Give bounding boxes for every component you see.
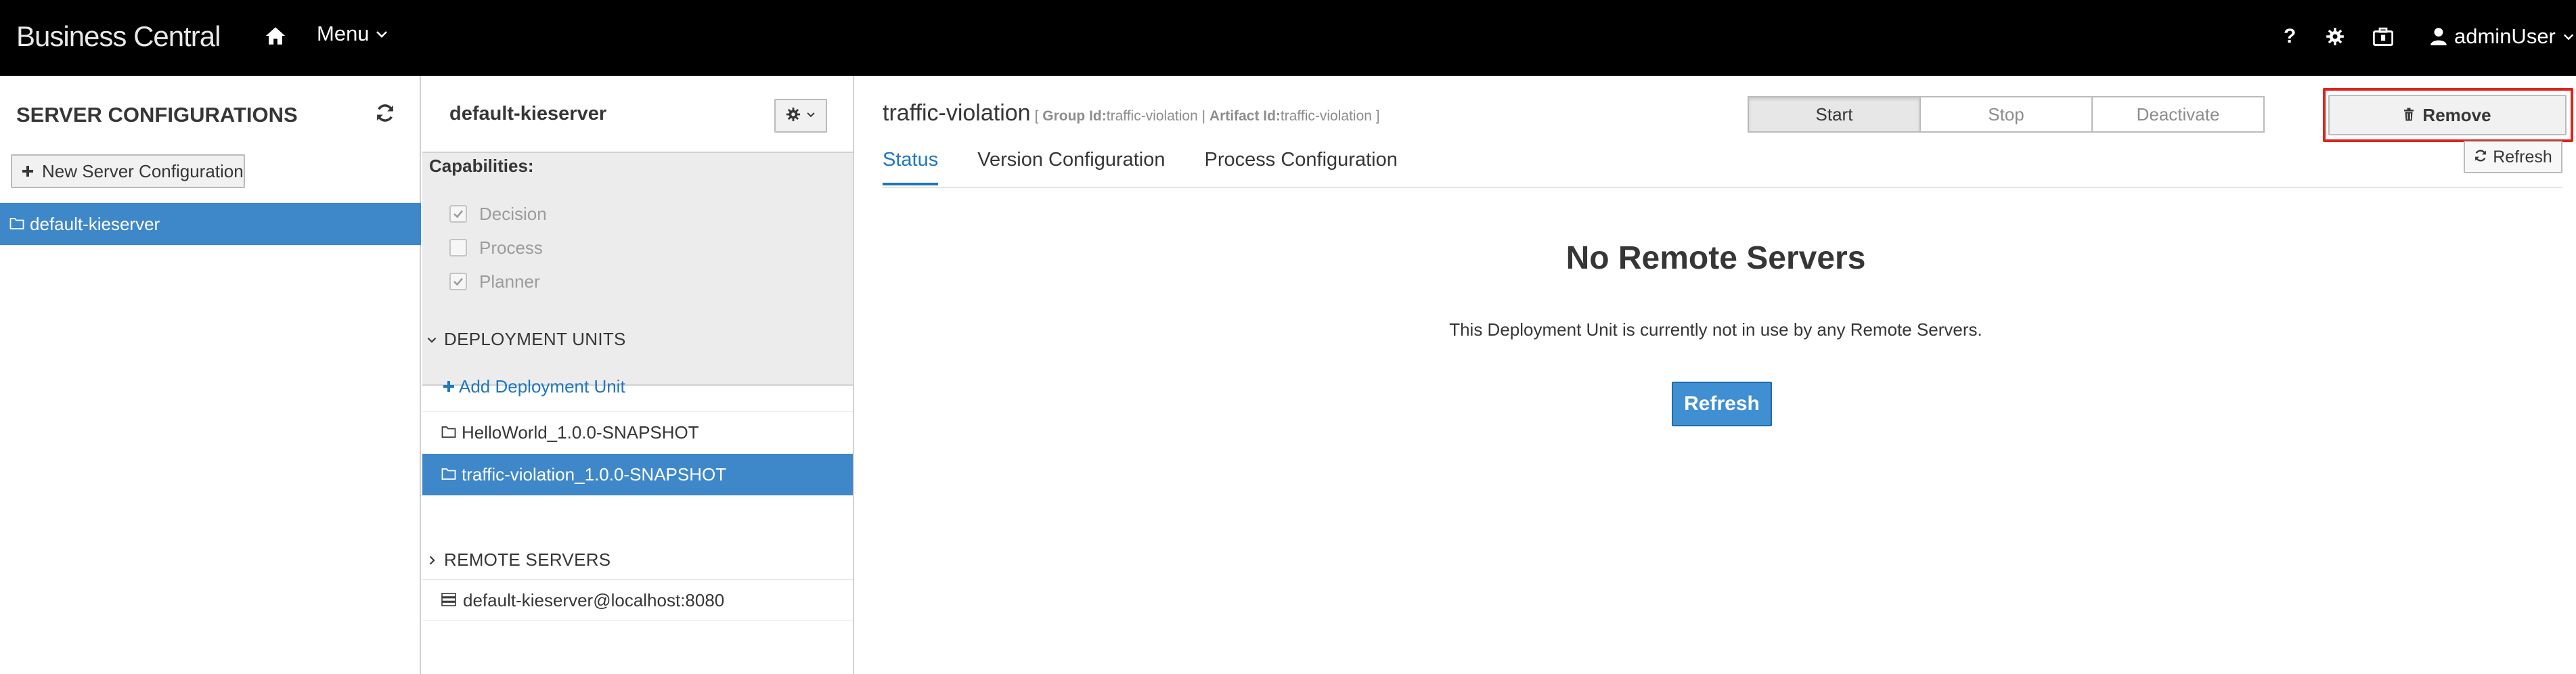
tab-status[interactable]: Status [883,149,939,185]
chevron-down-icon [375,22,388,46]
new-server-configuration-button[interactable]: New Server Configuration [11,154,245,188]
tab-process-configuration[interactable]: Process Configuration [1205,149,1398,185]
deployment-actions: Start Stop Deactivate [1748,96,2265,133]
capability-process: Process [449,237,543,259]
deployment-unit-heading: traffic-violation [ Group Id:traffic-vio… [883,100,1380,127]
deployment-unit-detail: traffic-violation [ Group Id:traffic-vio… [856,76,2576,674]
server-item-label: default-kieserver [30,213,160,234]
refresh-primary-button[interactable]: Refresh [1672,382,1772,426]
plus-icon [22,161,34,182]
remote-server-label: default-kieserver@localhost:8080 [463,589,725,610]
remove-label: Remove [2422,104,2491,125]
refresh-icon [2474,148,2487,167]
capability-label: Process [479,237,543,258]
add-deployment-unit-link[interactable]: Add Deployment Unit [443,376,625,397]
chevron-down-icon [426,329,437,350]
start-button[interactable]: Start [1748,96,1921,133]
new-server-configuration-label: New Server Configuration [42,160,244,181]
chevron-down-icon [2562,30,2575,43]
server-title: default-kieserver [449,103,607,125]
refresh-button[interactable]: Refresh [2464,141,2562,173]
user-name: adminUser [2454,24,2556,48]
server-configurations-title: SERVER CONFIGURATIONS [16,103,298,127]
remote-servers-header[interactable]: REMOTE SERVERS [426,549,610,570]
server-list-icon [441,590,456,611]
chevron-right-icon [426,549,437,570]
folder-icon [9,214,24,235]
server-item-default-kieserver[interactable]: default-kieserver [0,203,421,245]
remove-button[interactable]: Remove [2328,95,2567,135]
add-deployment-unit-label: Add Deployment Unit [459,376,625,397]
group-id-value: traffic-violation [1106,108,1198,124]
deployment-units-header[interactable]: DEPLOYMENT UNITS [426,329,626,350]
group-id-label: Group Id: [1042,108,1107,124]
deployment-unit-label: HelloWorld_1.0.0-SNAPSHOT [462,422,699,443]
deployment-unit-item-selected[interactable]: traffic-violation_1.0.0-SNAPSHOT [422,453,853,495]
checkbox-unchecked [449,239,467,256]
remote-server-item[interactable]: default-kieserver@localhost:8080 [422,579,853,621]
deployment-unit-meta: [ Group Id:traffic-violation | Artifact … [1035,108,1380,125]
capabilities-section [422,152,853,386]
brand-logo[interactable]: Business Central [16,20,221,53]
server-settings-dropdown[interactable] [774,99,827,133]
deployment-unit-item[interactable]: HelloWorld_1.0.0-SNAPSHOT [422,411,853,453]
deployment-unit-label: traffic-violation_1.0.0-SNAPSHOT [462,464,727,485]
cases-button[interactable] [2373,20,2393,53]
capability-label: Planner [479,271,540,292]
server-configurations-panel: SERVER CONFIGURATIONS New Server Configu… [0,76,421,674]
menu-dropdown[interactable]: Menu [317,22,388,46]
deployment-tabs: Status Version Configuration Process Con… [883,149,1398,185]
top-navbar: Business Central Menu ? adminUser [0,0,2576,76]
folder-icon [441,422,456,443]
capability-label: Decision [479,203,547,224]
plus-icon [443,376,455,397]
refresh-icon[interactable] [375,103,397,125]
help-icon: ? [2284,25,2296,47]
checkbox-checked [449,205,467,223]
meta-close-bracket: ] [1375,108,1380,124]
refresh-label: Refresh [2493,147,2552,166]
deployment-unit-name: traffic-violation [883,100,1031,126]
menu-label: Menu [317,22,370,45]
capability-decision: Decision [449,203,547,225]
meta-open-bracket: [ [1034,108,1039,124]
meta-separator: | [1201,108,1206,124]
empty-state-message: This Deployment Unit is currently not in… [1449,319,1982,340]
deployment-units-title: DEPLOYMENT UNITS [444,329,626,349]
gear-icon [2326,27,2345,46]
remote-servers-title: REMOTE SERVERS [444,549,611,570]
chevron-down-icon [806,110,816,122]
gear-icon [786,107,801,125]
server-detail-panel: default-kieserver Capabilities: Decision… [422,76,854,674]
folder-icon [441,464,456,485]
stop-button[interactable]: Stop [1919,96,2093,133]
settings-button[interactable] [2326,20,2345,53]
capabilities-label: Capabilities: [429,156,534,176]
user-icon [2430,27,2447,46]
briefcase-icon [2373,27,2393,46]
tab-version-configuration[interactable]: Version Configuration [977,149,1165,185]
checkbox-checked [449,273,467,290]
artifact-id-value: traffic-violation [1280,108,1372,124]
empty-state-title: No Remote Servers [1565,240,1866,276]
artifact-id-label: Artifact Id: [1209,108,1281,124]
help-button[interactable]: ? [2284,20,2296,53]
deactivate-button[interactable]: Deactivate [2091,96,2265,133]
capability-planner: Planner [449,271,540,292]
tabs-divider [883,187,2562,188]
user-menu[interactable]: adminUser [2430,20,2575,53]
home-icon[interactable] [264,24,287,47]
trash-icon [2403,105,2414,126]
